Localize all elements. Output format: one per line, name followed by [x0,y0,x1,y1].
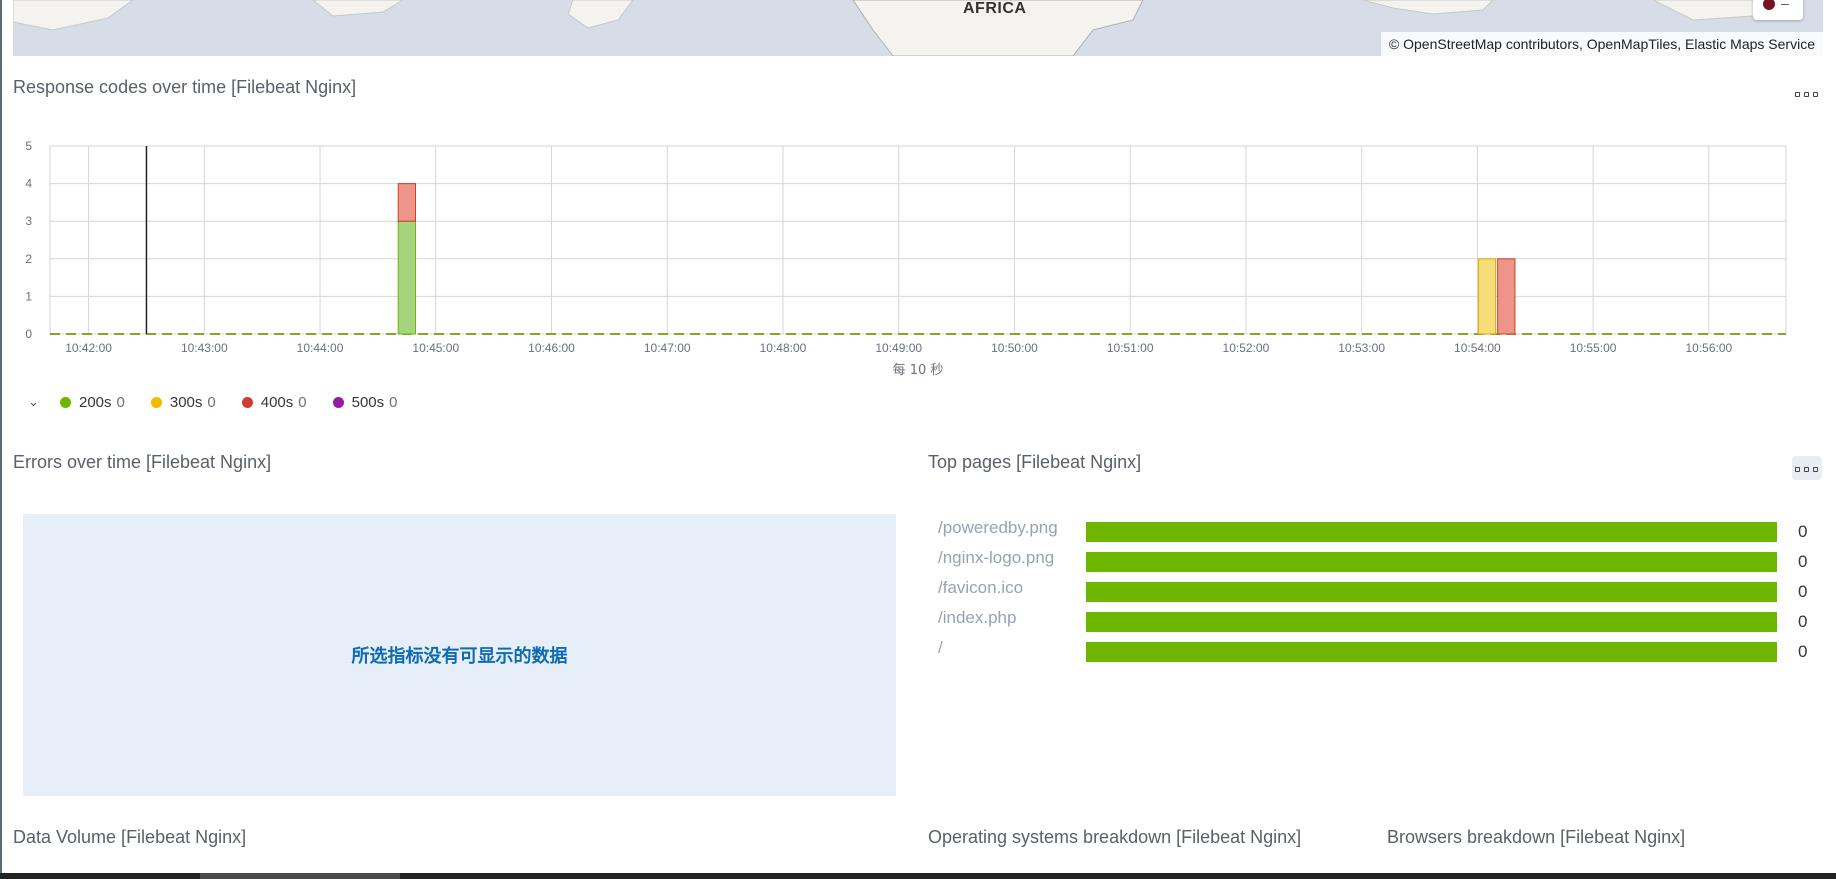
top-pages-options-button[interactable] [1792,456,1822,480]
x-tick-label: 10:56:00 [1685,341,1732,355]
legend-item-200s[interactable]: 200s 0 [60,394,125,411]
x-tick-label: 10:54:00 [1454,341,1501,355]
taskbar-strip [0,873,1836,879]
legend-item-500s[interactable]: 500s 0 [332,394,398,411]
response-codes-chart[interactable]: 0 1 2 3 4 5 10:42:00 10:43:00 10:44:00 10:45:00 10… [0,130,1836,390]
legend-toggle-icon[interactable]: ⌄ [28,394,42,410]
browsers-breakdown-title: Browsers breakdown [Filebeat Nginx] [1387,827,1686,847]
x-tick-label: 10:50:00 [991,341,1038,355]
options-icon [1795,92,1800,97]
legend-item-400s[interactable]: 400s 0 [241,394,307,411]
x-tick-label: 10:49:00 [875,341,922,355]
os-breakdown-title: Operating systems breakdown [Filebeat Ng… [928,827,1302,847]
x-tick-label: 10:44:00 [297,341,344,355]
legend-dot-icon [332,396,344,408]
map-attribution: © OpenStreetMap contributors, OpenMapTil… [1380,32,1823,56]
top-page-row[interactable]: /poweredby.png 0 [928,518,1807,542]
data-volume-title: Data Volume [Filebeat Nginx] [13,827,247,847]
region-map[interactable]: AFRICA – © OpenStreetMap contributors, O… [13,0,1823,56]
top-page-row[interactable]: /nginx-logo.png 0 [928,548,1807,572]
y-tick-label: 1 [25,289,32,303]
panel-options-button[interactable] [1792,81,1822,105]
top-page-row[interactable]: / 0 [928,638,1807,662]
x-tick-label: 10:46:00 [528,341,575,355]
chart-legend: ⌄ 200s 0 300s 0 400s 0 500s 0 [28,390,424,414]
y-tick-label: 4 [25,177,32,191]
legend-dot-icon [241,396,253,408]
top-page-bar [1086,522,1777,542]
legend-dot-icon [150,396,162,408]
x-tick-label: 10:42:00 [65,341,112,355]
top-pages-title: Top pages [Filebeat Nginx] [928,452,1142,472]
no-data-placeholder: 所选指标没有可显示的数据 [23,514,896,796]
x-tick-label: 10:43:00 [181,341,228,355]
map-continent-label: AFRICA [963,0,1027,17]
x-tick-label: 10:51:00 [1107,341,1154,355]
plot-frame [49,145,1787,335]
top-page-row[interactable]: /index.php 0 [928,608,1807,632]
legend-item-300s[interactable]: 300s 0 [150,394,216,411]
x-tick-label: 10:45:00 [412,341,459,355]
top-page-bar [1086,612,1777,632]
options-icon [1795,467,1800,472]
x-tick-label: 10:55:00 [1570,341,1617,355]
layer-color-icon [1763,0,1775,10]
y-tick-label: 0 [25,327,32,341]
errors-title: Errors over time [Filebeat Nginx] [13,452,272,472]
no-data-message: 所选指标没有可显示的数据 [351,646,568,666]
bar-400s [1497,258,1516,335]
top-page-bar [1086,582,1777,602]
x-tick-label: 10:52:00 [1223,341,1270,355]
top-page-row[interactable]: /favicon.ico 0 [928,578,1807,602]
bar-400s [397,183,416,222]
x-axis-interval-label: 每 10 秒 [893,362,944,378]
collapse-icon: – [1781,0,1789,11]
response-codes-title: Response codes over time [Filebeat Nginx… [13,77,357,97]
top-page-bar [1086,552,1777,572]
y-tick-label: 5 [25,139,32,153]
y-tick-label: 2 [25,252,32,266]
x-tick-label: 10:47:00 [644,341,691,355]
x-tick-label: 10:53:00 [1338,341,1385,355]
bar-300s [1477,258,1497,335]
bar-200s [397,220,416,335]
map-layer-control[interactable]: – [1753,0,1803,20]
x-tick-label: 10:48:00 [760,341,807,355]
y-tick-label: 3 [25,214,32,228]
top-page-bar [1086,642,1777,662]
legend-dot-icon [60,396,71,408]
